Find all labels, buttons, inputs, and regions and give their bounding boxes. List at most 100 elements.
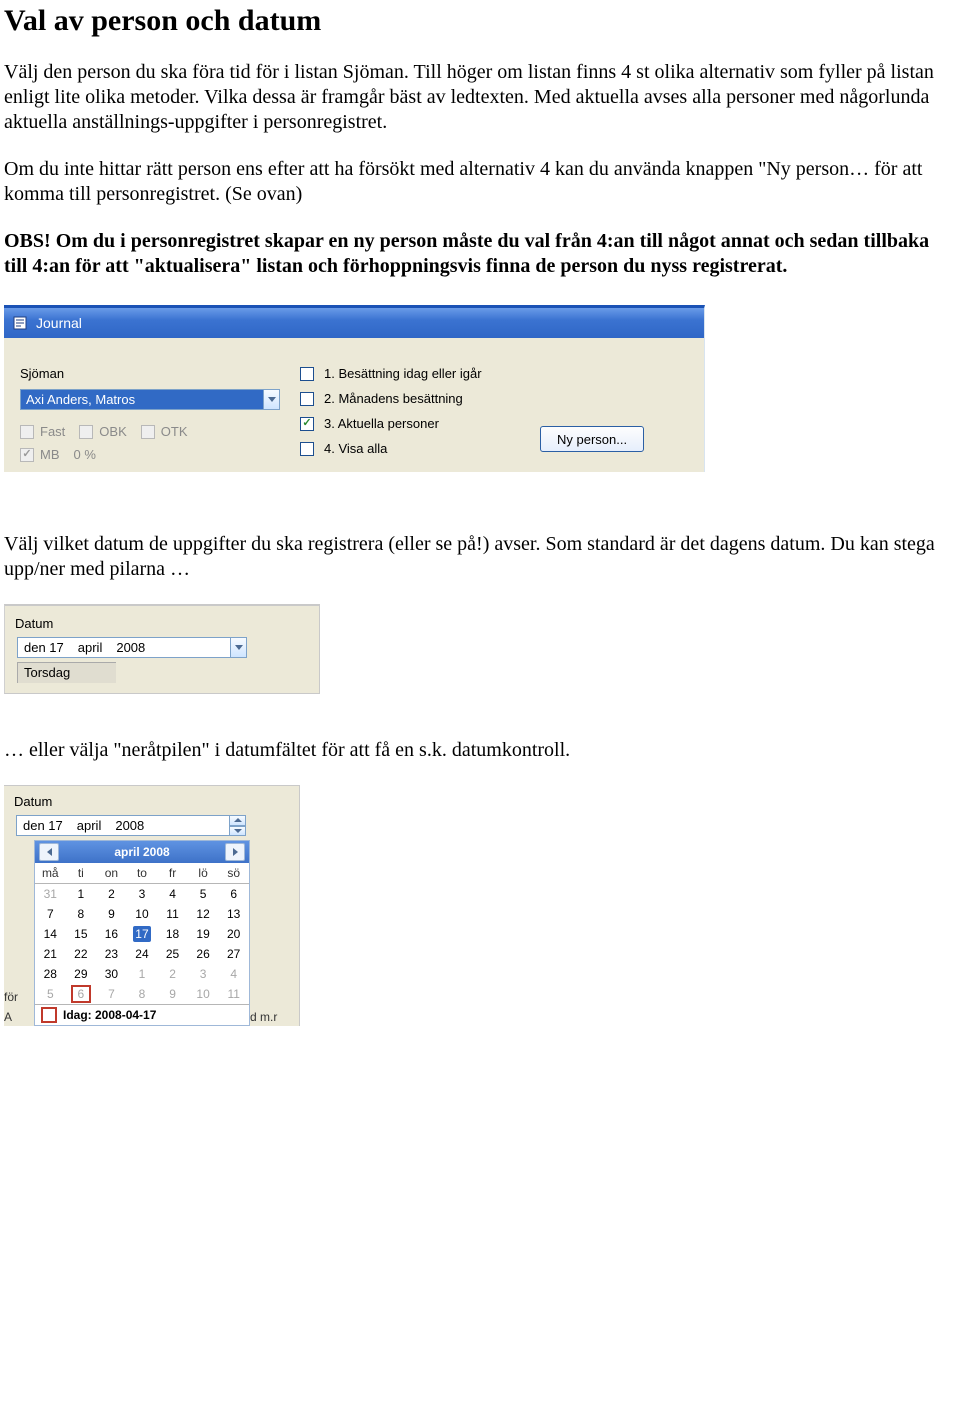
date-spin-up[interactable] — [229, 815, 246, 826]
cal-dow: sö — [218, 863, 249, 884]
calendar-grid: måtiontofrlösö 3112345678910111213141516… — [35, 863, 249, 1004]
cal-day[interactable]: 9 — [157, 984, 188, 1004]
date-label: Datum — [15, 616, 305, 631]
paragraph-1: Välj den person du ska föra tid för i li… — [4, 60, 950, 135]
cal-day[interactable]: 22 — [66, 944, 97, 964]
date-dropdown-button[interactable] — [230, 637, 247, 658]
cal-day[interactable]: 16 — [96, 924, 127, 944]
new-person-button[interactable]: Ny person... — [540, 426, 644, 452]
cal-day[interactable]: 2 — [96, 884, 127, 905]
cal-day[interactable]: 18 — [157, 924, 188, 944]
cal-prev-button[interactable] — [39, 843, 59, 861]
paragraph-4: … eller välja "neråtpilen" i datumfältet… — [4, 738, 950, 763]
cal-day[interactable]: 20 — [218, 924, 249, 944]
otk-label: OTK — [161, 424, 188, 439]
opt1-checkbox[interactable] — [300, 367, 314, 381]
cal-day[interactable]: 6 — [66, 984, 97, 1004]
cal-day[interactable]: 9 — [96, 904, 127, 924]
cal-day[interactable]: 12 — [188, 904, 219, 924]
paragraph-3: Välj vilket datum de uppgifter du ska re… — [4, 532, 950, 582]
cal-day[interactable]: 24 — [127, 944, 158, 964]
cal-day[interactable]: 7 — [96, 984, 127, 1004]
cal-day[interactable]: 3 — [127, 884, 158, 905]
page-title: Val av person och datum — [4, 4, 950, 38]
cal-day[interactable]: 4 — [157, 884, 188, 905]
mb-label: MB — [40, 447, 60, 462]
pct-label: 0 % — [74, 447, 96, 462]
date-select[interactable]: den 17 april 2008 — [17, 637, 247, 658]
cal-day[interactable]: 25 — [157, 944, 188, 964]
cal-day[interactable]: 23 — [96, 944, 127, 964]
cal-day[interactable]: 7 — [35, 904, 66, 924]
opt3-label: 3. Aktuella personer — [324, 416, 439, 431]
cal-day[interactable]: 4 — [218, 964, 249, 984]
cal-day[interactable]: 11 — [157, 904, 188, 924]
date-panel: Datum den 17 april 2008 Torsdag — [4, 604, 320, 694]
cal-day[interactable]: 2 — [157, 964, 188, 984]
date-spin-down[interactable] — [229, 826, 246, 837]
cal-date-select[interactable]: den 17 april 2008 — [16, 815, 246, 836]
date-day: den 17 — [24, 638, 64, 657]
cal-day[interactable]: 29 — [66, 964, 97, 984]
cal-day[interactable]: 1 — [66, 884, 97, 905]
cal-day[interactable]: 5 — [188, 884, 219, 905]
cal-day[interactable]: 3 — [188, 964, 219, 984]
cal-dow: lö — [188, 863, 219, 884]
cal-day[interactable]: 27 — [218, 944, 249, 964]
cal-day[interactable]: 11 — [218, 984, 249, 1004]
paragraph-obs: OBS! Om du i personregistret skapar en n… — [4, 229, 950, 279]
paragraph-2: Om du inte hittar rätt person ens efter … — [4, 157, 950, 207]
calendar: april 2008 måtiontofrlösö 31123456789101… — [34, 840, 250, 1026]
opt1-label: 1. Besättning idag eller igår — [324, 366, 482, 381]
cal-day[interactable]: 14 — [35, 924, 66, 944]
cal-left-hint-1: för — [4, 990, 34, 1004]
cal-day[interactable]: 8 — [66, 904, 97, 924]
obs-lead: OBS! — [4, 230, 56, 252]
cal-date-year: 2008 — [115, 816, 144, 835]
obs-body: Om du i personregistret skapar en ny per… — [4, 230, 929, 277]
cal-dow: to — [127, 863, 158, 884]
cal-dow: må — [35, 863, 66, 884]
cal-day[interactable]: 1 — [127, 964, 158, 984]
journal-icon — [12, 315, 28, 331]
sjoman-dropdown-button[interactable] — [263, 389, 280, 410]
today-marker-icon — [41, 1007, 57, 1023]
calendar-panel: Datum den 17 april 2008 för A april 2008 — [4, 785, 300, 1026]
cal-next-button[interactable] — [225, 843, 245, 861]
sjoman-label: Sjöman — [20, 366, 280, 381]
journal-window: Journal Sjöman Axi Anders, Matros Fast O… — [4, 305, 705, 472]
sjoman-selected: Axi Anders, Matros — [20, 389, 263, 410]
cal-day[interactable]: 31 — [35, 884, 66, 905]
cal-day[interactable]: 10 — [188, 984, 219, 1004]
opt4-checkbox[interactable] — [300, 442, 314, 456]
fast-label: Fast — [40, 424, 65, 439]
cal-day[interactable]: 10 — [127, 904, 158, 924]
cal-day[interactable]: 28 — [35, 964, 66, 984]
opt4-label: 4. Visa alla — [324, 441, 387, 456]
cal-day[interactable]: 30 — [96, 964, 127, 984]
cal-day[interactable]: 13 — [218, 904, 249, 924]
chevron-up-icon — [234, 818, 242, 822]
sjoman-select[interactable]: Axi Anders, Matros — [20, 389, 280, 410]
cal-day[interactable]: 15 — [66, 924, 97, 944]
cal-day[interactable]: 5 — [35, 984, 66, 1004]
chevron-down-icon — [235, 645, 243, 650]
cal-day[interactable]: 21 — [35, 944, 66, 964]
date-year: 2008 — [116, 638, 145, 657]
cal-day[interactable]: 17 — [127, 924, 158, 944]
cal-day[interactable]: 19 — [188, 924, 219, 944]
cal-day[interactable]: 8 — [127, 984, 158, 1004]
cal-footer-text[interactable]: Idag: 2008-04-17 — [63, 1008, 156, 1022]
cal-left-hint-2: A — [4, 1010, 34, 1024]
cal-day[interactable]: 6 — [218, 884, 249, 905]
cal-dow: ti — [66, 863, 97, 884]
journal-titlebar: Journal — [4, 308, 704, 338]
obk-label: OBK — [99, 424, 126, 439]
obk-checkbox — [79, 425, 93, 439]
cal-date-month: april — [77, 816, 102, 835]
date-month: april — [78, 638, 103, 657]
opt3-checkbox[interactable] — [300, 417, 314, 431]
cal-day[interactable]: 26 — [188, 944, 219, 964]
opt2-checkbox[interactable] — [300, 392, 314, 406]
chevron-down-icon — [268, 397, 276, 402]
